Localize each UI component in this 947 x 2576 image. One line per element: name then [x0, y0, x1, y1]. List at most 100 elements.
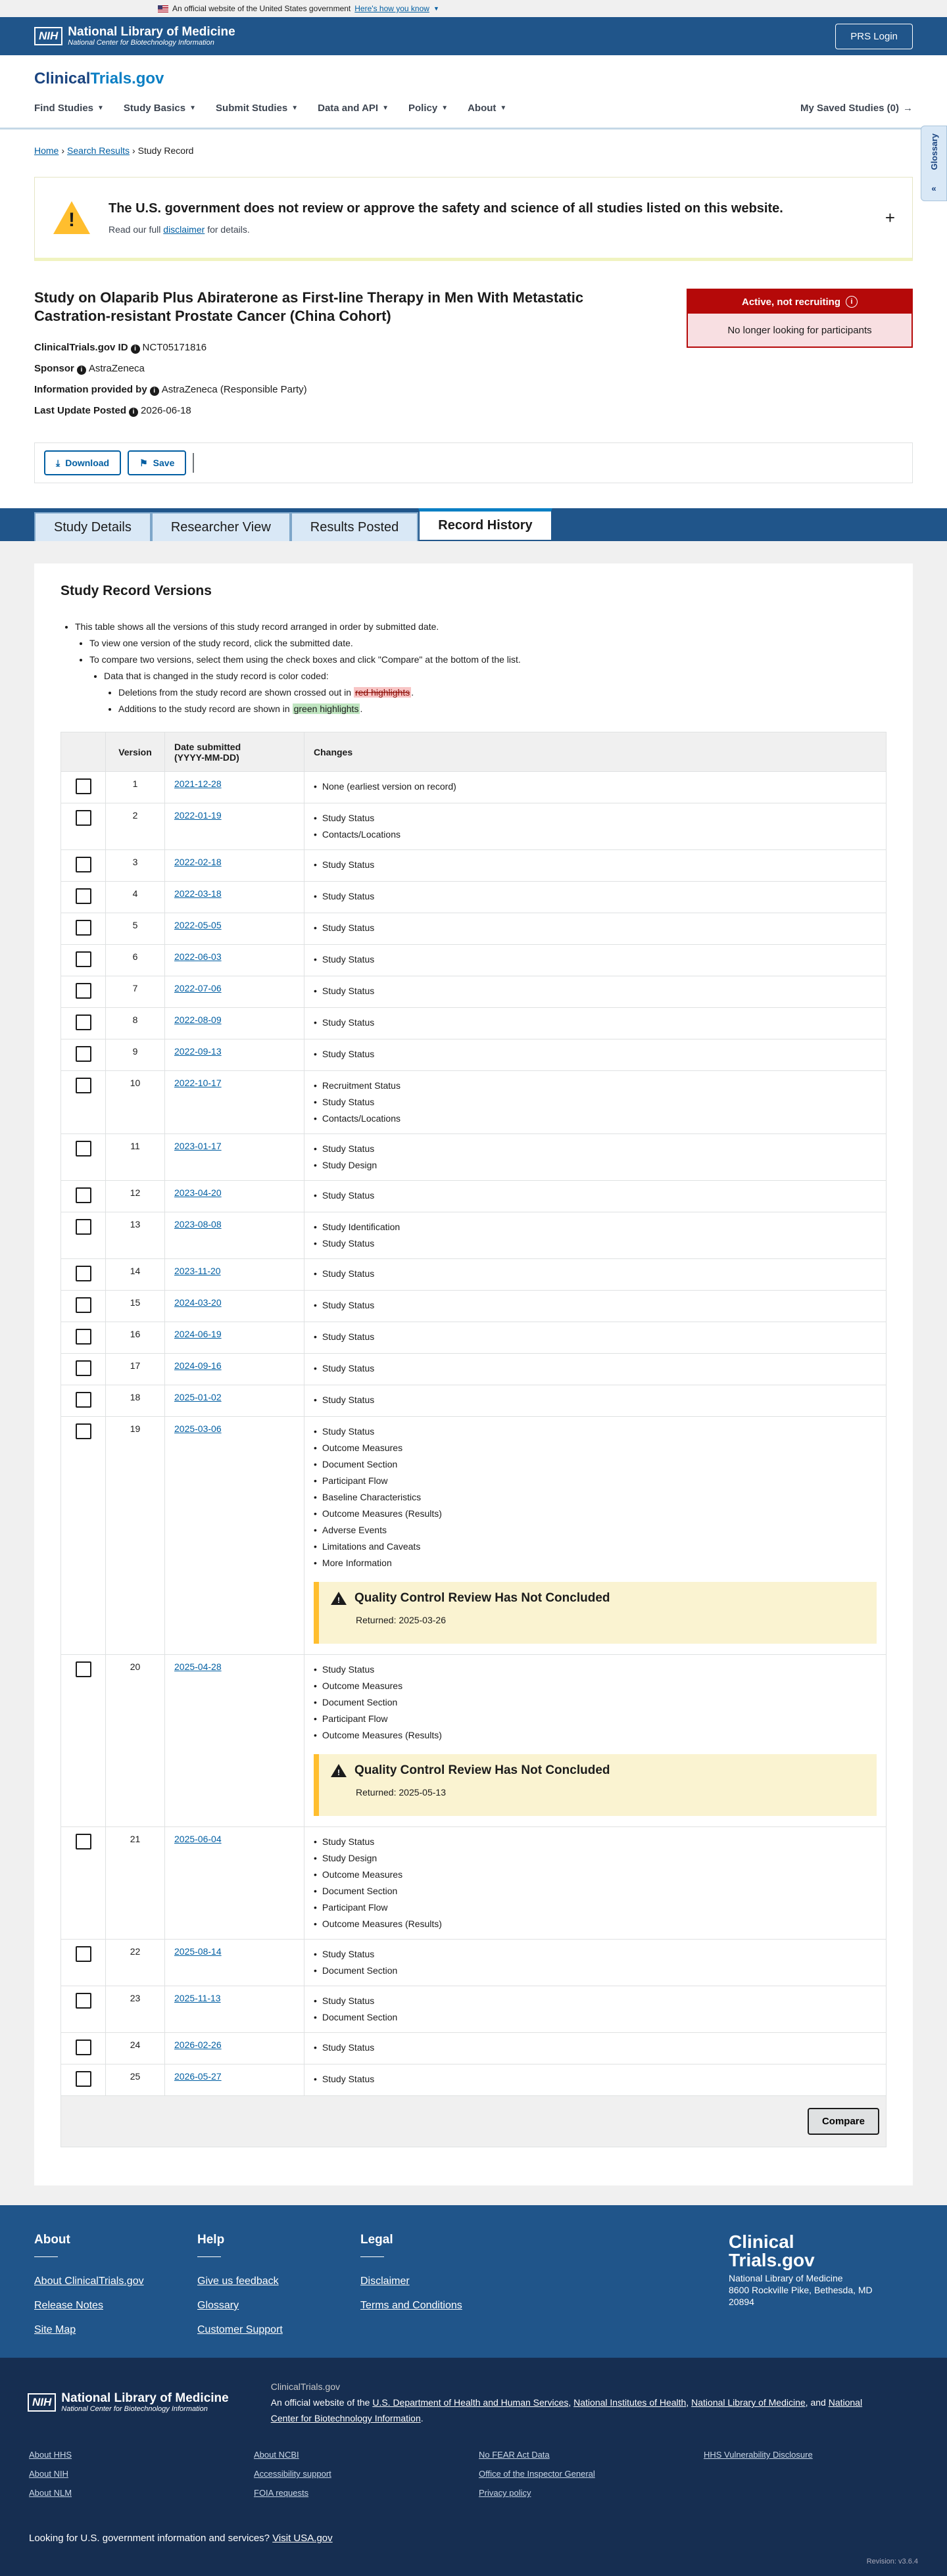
- tab-study-details[interactable]: Study Details: [34, 512, 151, 541]
- version-date-link[interactable]: 2023-11-20: [174, 1266, 221, 1276]
- version-date-link[interactable]: 2025-11-13: [174, 1993, 221, 2003]
- footer-link[interactable]: About HHS: [29, 2450, 254, 2460]
- version-date-link[interactable]: 2025-01-02: [174, 1392, 222, 1402]
- version-date-link[interactable]: 2023-01-17: [174, 1141, 222, 1151]
- version-checkbox[interactable]: [75, 1661, 91, 1677]
- disclaimer-link[interactable]: disclaimer: [163, 224, 205, 235]
- version-checkbox[interactable]: [75, 2039, 91, 2055]
- nav-study-basics[interactable]: Study Basics ▼: [124, 103, 196, 114]
- footer-link[interactable]: Accessibility support: [254, 2469, 479, 2479]
- info-icon[interactable]: i: [76, 366, 86, 375]
- version-date-link[interactable]: 2022-02-18: [174, 857, 222, 867]
- footer-link[interactable]: Privacy policy: [479, 2488, 704, 2498]
- tab-researcher-view[interactable]: Researcher View: [151, 512, 291, 541]
- version-date-link[interactable]: 2022-03-18: [174, 888, 222, 899]
- version-checkbox[interactable]: [75, 1046, 91, 1062]
- version-date-link[interactable]: 2025-03-06: [174, 1423, 222, 1434]
- version-date-link[interactable]: 2024-06-19: [174, 1329, 222, 1339]
- nav-policy[interactable]: Policy ▼: [408, 103, 448, 114]
- footer-link[interactable]: About NCBI: [254, 2450, 479, 2460]
- nlm-link[interactable]: National Library of Medicine: [691, 2397, 806, 2408]
- version-date-link[interactable]: 2023-04-20: [174, 1187, 222, 1198]
- version-date-link[interactable]: 2022-07-06: [174, 983, 222, 993]
- nlm-logo[interactable]: NIH National Library of Medicine Nationa…: [34, 26, 235, 47]
- info-circle-icon[interactable]: i: [846, 296, 858, 308]
- version-checkbox[interactable]: [75, 857, 91, 872]
- version-date-link[interactable]: 2025-06-04: [174, 1834, 222, 1844]
- version-checkbox[interactable]: [75, 1078, 91, 1093]
- version-checkbox[interactable]: [75, 1014, 91, 1030]
- footer-link[interactable]: Disclaimer: [360, 2269, 523, 2293]
- version-checkbox[interactable]: [75, 1329, 91, 1345]
- version-checkbox[interactable]: [75, 2071, 91, 2087]
- version-checkbox[interactable]: [75, 983, 91, 999]
- breadcrumb-search-results[interactable]: Search Results: [67, 145, 130, 156]
- compare-button[interactable]: Compare: [807, 2108, 879, 2135]
- footer-link[interactable]: About NLM: [29, 2488, 254, 2498]
- version-date-link[interactable]: 2025-04-28: [174, 1661, 222, 1672]
- footer-link[interactable]: Customer Support: [197, 2318, 360, 2342]
- glossary-tab[interactable]: Glossary «: [921, 126, 947, 201]
- footer-link[interactable]: Glossary: [197, 2293, 360, 2318]
- version-date-link[interactable]: 2022-10-17: [174, 1078, 222, 1088]
- nih-link[interactable]: National Institutes of Health: [573, 2397, 686, 2408]
- usa-gov-link[interactable]: Visit USA.gov: [272, 2533, 332, 2544]
- footer-link[interactable]: Release Notes: [34, 2293, 197, 2318]
- footer-link[interactable]: FOIA requests: [254, 2488, 479, 2498]
- footer-link[interactable]: About NIH: [29, 2469, 254, 2479]
- version-date-link[interactable]: 2025-08-14: [174, 1946, 222, 1957]
- version-checkbox[interactable]: [75, 1141, 91, 1157]
- nav-about[interactable]: About ▼: [468, 103, 506, 114]
- breadcrumb-home[interactable]: Home: [34, 145, 59, 156]
- footer-link[interactable]: Terms and Conditions: [360, 2293, 523, 2318]
- my-saved-studies-link[interactable]: My Saved Studies (0) →: [800, 103, 913, 114]
- version-checkbox[interactable]: [75, 920, 91, 936]
- footer-nlm-logo[interactable]: NIH National Library of Medicine Nationa…: [28, 2379, 229, 2426]
- version-checkbox[interactable]: [75, 951, 91, 967]
- version-checkbox[interactable]: [75, 1187, 91, 1203]
- version-checkbox[interactable]: [75, 1219, 91, 1235]
- footer-link[interactable]: Give us feedback: [197, 2269, 360, 2293]
- version-checkbox[interactable]: [75, 1993, 91, 2009]
- version-checkbox[interactable]: [75, 888, 91, 904]
- footer-link[interactable]: Site Map: [34, 2318, 197, 2342]
- info-icon[interactable]: i: [149, 387, 159, 396]
- hhs-link[interactable]: U.S. Department of Health and Human Serv…: [372, 2397, 568, 2408]
- version-date-link[interactable]: 2021-12-28: [174, 778, 222, 789]
- version-date-link[interactable]: 2024-09-16: [174, 1360, 222, 1371]
- footer-link[interactable]: HHS Vulnerability Disclosure: [704, 2450, 929, 2460]
- version-checkbox[interactable]: [75, 1266, 91, 1281]
- version-checkbox[interactable]: [75, 1392, 91, 1408]
- tab-results-posted[interactable]: Results Posted: [290, 512, 419, 541]
- nav-data-api[interactable]: Data and API ▼: [318, 103, 389, 114]
- version-checkbox[interactable]: [75, 1360, 91, 1376]
- version-checkbox[interactable]: [75, 1423, 91, 1439]
- version-date-link[interactable]: 2023-08-08: [174, 1219, 222, 1229]
- version-checkbox[interactable]: [75, 1834, 91, 1849]
- version-checkbox[interactable]: [75, 810, 91, 826]
- footer-link[interactable]: No FEAR Act Data: [479, 2450, 704, 2460]
- version-date-link[interactable]: 2022-09-13: [174, 1046, 222, 1057]
- download-button[interactable]: ⤓ Download: [44, 450, 122, 475]
- version-date-link[interactable]: 2022-08-09: [174, 1014, 222, 1025]
- how-you-know-link[interactable]: Here's how you know: [354, 4, 429, 13]
- version-date-link[interactable]: 2024-03-20: [174, 1297, 222, 1308]
- footer-link[interactable]: Office of the Inspector General: [479, 2469, 704, 2479]
- ct-logo[interactable]: ClinicalTrials.gov: [34, 70, 913, 88]
- tab-record-history[interactable]: Record History: [418, 508, 552, 541]
- expand-plus-icon[interactable]: +: [885, 208, 895, 228]
- version-date-link[interactable]: 2026-02-26: [174, 2039, 222, 2050]
- info-icon[interactable]: i: [130, 345, 140, 354]
- version-date-link[interactable]: 2026-05-27: [174, 2071, 222, 2082]
- version-checkbox[interactable]: [75, 778, 91, 794]
- version-date-link[interactable]: 2022-01-19: [174, 810, 222, 821]
- footer-logo[interactable]: Clinical Trials.gov: [729, 2233, 913, 2270]
- version-date-link[interactable]: 2022-06-03: [174, 951, 222, 962]
- version-checkbox[interactable]: [75, 1946, 91, 1962]
- save-button[interactable]: ⚑ Save: [128, 450, 187, 475]
- prs-login-button[interactable]: PRS Login: [835, 23, 913, 49]
- footer-link[interactable]: About ClinicalTrials.gov: [34, 2269, 197, 2293]
- nav-submit-studies[interactable]: Submit Studies ▼: [216, 103, 298, 114]
- version-date-link[interactable]: 2022-05-05: [174, 920, 222, 930]
- info-icon[interactable]: i: [129, 408, 139, 417]
